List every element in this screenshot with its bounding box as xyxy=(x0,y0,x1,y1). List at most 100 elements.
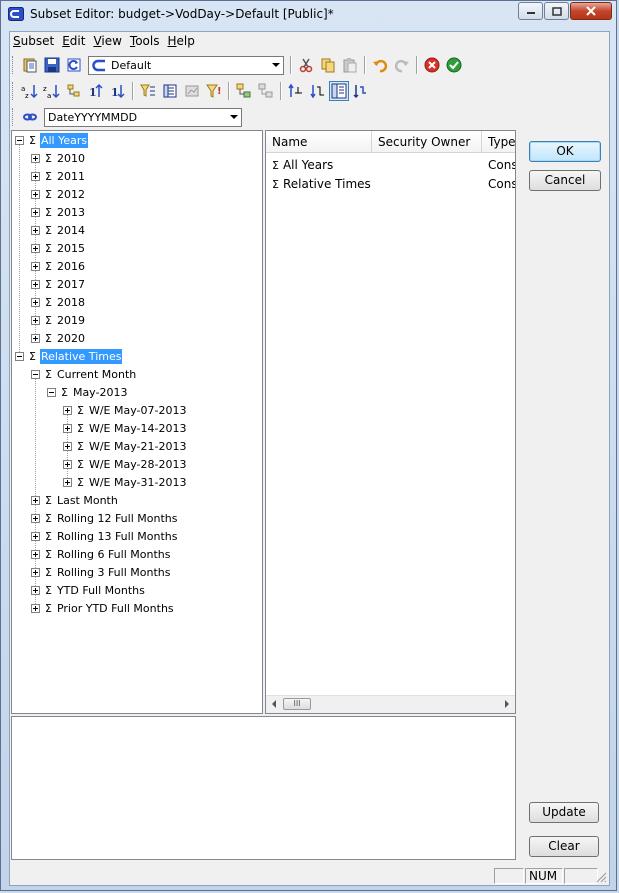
collapse-icon[interactable] xyxy=(15,351,24,361)
save-button[interactable] xyxy=(41,54,63,76)
expand-icon[interactable] xyxy=(31,531,40,541)
column-header-type[interactable]: Type xyxy=(482,131,515,153)
expand-icon[interactable] xyxy=(31,513,40,523)
menu-subset[interactable]: Subset xyxy=(10,32,59,52)
toolbar-grip[interactable] xyxy=(12,108,16,126)
clear-button[interactable]: Clear xyxy=(529,836,599,857)
tree-item[interactable]: Σ 2015 xyxy=(31,240,86,256)
expand-icon[interactable] xyxy=(31,495,40,505)
menu-help[interactable]: Help xyxy=(165,32,200,52)
tree-item[interactable]: Σ 2014 xyxy=(31,222,86,238)
open-subset-button[interactable] xyxy=(19,54,41,76)
paste-button[interactable] xyxy=(339,54,361,76)
filter-by-level-button[interactable] xyxy=(137,80,159,102)
move-up-button[interactable] xyxy=(285,80,307,102)
cancel-changes-button[interactable] xyxy=(421,54,443,76)
expand-icon[interactable] xyxy=(31,585,40,595)
expand-icon[interactable] xyxy=(31,279,40,289)
expand-icon[interactable] xyxy=(31,603,40,613)
tree-item[interactable]: Σ Rolling 6 Full Months xyxy=(31,546,171,562)
maximize-button[interactable] xyxy=(544,2,569,20)
tree-item[interactable]: Σ Current Month xyxy=(31,366,137,382)
copy-button[interactable] xyxy=(317,54,339,76)
expand-icon[interactable] xyxy=(63,405,72,415)
close-window-button[interactable] xyxy=(570,2,612,20)
expand-icon[interactable] xyxy=(31,153,40,163)
expand-icon[interactable] xyxy=(31,225,40,235)
undo-button[interactable] xyxy=(369,54,391,76)
sort-descending-button[interactable]: za xyxy=(41,80,63,102)
expand-icon[interactable] xyxy=(63,477,72,487)
menu-tools[interactable]: Tools xyxy=(127,32,165,52)
expand-icon[interactable] xyxy=(31,207,40,217)
tree-item[interactable]: Σ W/E May-14-2013 xyxy=(63,420,187,436)
filter-by-expression-button[interactable]: ! xyxy=(203,80,225,102)
expand-all-button[interactable] xyxy=(233,80,255,102)
expand-icon[interactable] xyxy=(31,333,40,343)
tree-item[interactable]: Σ W/E May-07-2013 xyxy=(63,402,187,418)
tree-item[interactable]: Σ W/E May-31-2013 xyxy=(63,474,187,490)
expand-icon[interactable] xyxy=(31,315,40,325)
alias-attribute-select[interactable]: DateYYYYMMDD xyxy=(44,107,242,127)
menu-view[interactable]: View xyxy=(90,32,126,52)
reset-subset-button[interactable] xyxy=(63,54,85,76)
menu-edit[interactable]: Edit xyxy=(59,32,90,52)
tree-item[interactable]: Σ All Years xyxy=(15,132,89,148)
column-header-name[interactable]: Name xyxy=(266,131,372,153)
tree-item[interactable]: Σ 2016 xyxy=(31,258,86,274)
sort-index-ascending-button[interactable]: 1 xyxy=(85,80,107,102)
column-header-security-owner[interactable]: Security Owner xyxy=(372,131,482,153)
scrollbar-thumb[interactable]: III xyxy=(283,698,311,710)
tree-item[interactable]: Σ May-2013 xyxy=(47,384,128,400)
resize-grip-icon[interactable] xyxy=(595,871,607,883)
collapse-icon[interactable] xyxy=(47,387,56,397)
collapse-icon[interactable] xyxy=(31,369,40,379)
expand-icon[interactable] xyxy=(31,297,40,307)
tree-item[interactable]: Σ 2013 xyxy=(31,204,86,220)
scroll-right-icon[interactable] xyxy=(505,700,509,708)
alias-toggle-button[interactable] xyxy=(19,106,41,128)
sort-ascending-button[interactable]: az xyxy=(19,80,41,102)
tree-item[interactable]: Σ Last Month xyxy=(31,492,119,508)
expand-icon[interactable] xyxy=(31,171,40,181)
expression-panel[interactable] xyxy=(11,716,516,860)
tree-item[interactable]: Σ 2019 xyxy=(31,312,86,328)
expand-icon[interactable] xyxy=(31,567,40,577)
tree-item[interactable]: Σ W/E May-28-2013 xyxy=(63,456,187,472)
title-bar[interactable]: Subset Editor: budget->VodDay->Default [… xyxy=(1,1,618,27)
cut-button[interactable] xyxy=(295,54,317,76)
tree-item[interactable]: Σ YTD Full Months xyxy=(31,582,146,598)
minimize-button[interactable] xyxy=(518,2,543,20)
expand-icon[interactable] xyxy=(63,459,72,469)
tree-item[interactable]: Σ 2017 xyxy=(31,276,86,292)
expand-icon[interactable] xyxy=(31,243,40,253)
toolbar-grip[interactable] xyxy=(12,56,16,74)
tree-item[interactable]: Σ 2010 xyxy=(31,150,86,166)
tree-item[interactable]: Σ Rolling 3 Full Months xyxy=(31,564,171,580)
toggle-properties-button[interactable] xyxy=(329,81,349,101)
expand-icon[interactable] xyxy=(31,189,40,199)
ok-button[interactable]: OK xyxy=(529,141,601,162)
expand-icon[interactable] xyxy=(31,261,40,271)
collapse-all-button[interactable] xyxy=(255,80,277,102)
keep-hierarchy-button[interactable] xyxy=(349,80,371,102)
update-button[interactable]: Update xyxy=(529,802,599,823)
subset-select[interactable]: Default xyxy=(88,55,284,75)
accept-changes-button[interactable] xyxy=(443,54,465,76)
horizontal-scrollbar[interactable]: III xyxy=(266,695,515,713)
move-down-button[interactable] xyxy=(307,80,329,102)
tree-item[interactable]: Σ 2020 xyxy=(31,330,86,346)
subset-tree[interactable]: Σ All Years Σ 2010 Σ 2011 Σ 2012 Σ 2013 Σ 2014 Σ 2015… xyxy=(11,130,263,714)
tree-item[interactable]: Σ Rolling 12 Full Months xyxy=(31,510,178,526)
expand-icon[interactable] xyxy=(63,441,72,451)
sort-index-descending-button[interactable]: 1 xyxy=(107,80,129,102)
tree-item[interactable]: Σ Rolling 13 Full Months xyxy=(31,528,178,544)
tree-item[interactable]: Σ Relative Times xyxy=(15,348,123,364)
redo-button[interactable] xyxy=(391,54,413,76)
collapse-icon[interactable] xyxy=(15,135,24,145)
tree-item[interactable]: Σ 2018 xyxy=(31,294,86,310)
list-item[interactable]: Σ Relative Times xyxy=(272,177,371,191)
filter-by-data-button[interactable] xyxy=(181,80,203,102)
subset-list-view[interactable]: Name Security Owner Type Σ All Years Cons… xyxy=(265,130,516,714)
tree-item[interactable]: Σ 2012 xyxy=(31,186,86,202)
